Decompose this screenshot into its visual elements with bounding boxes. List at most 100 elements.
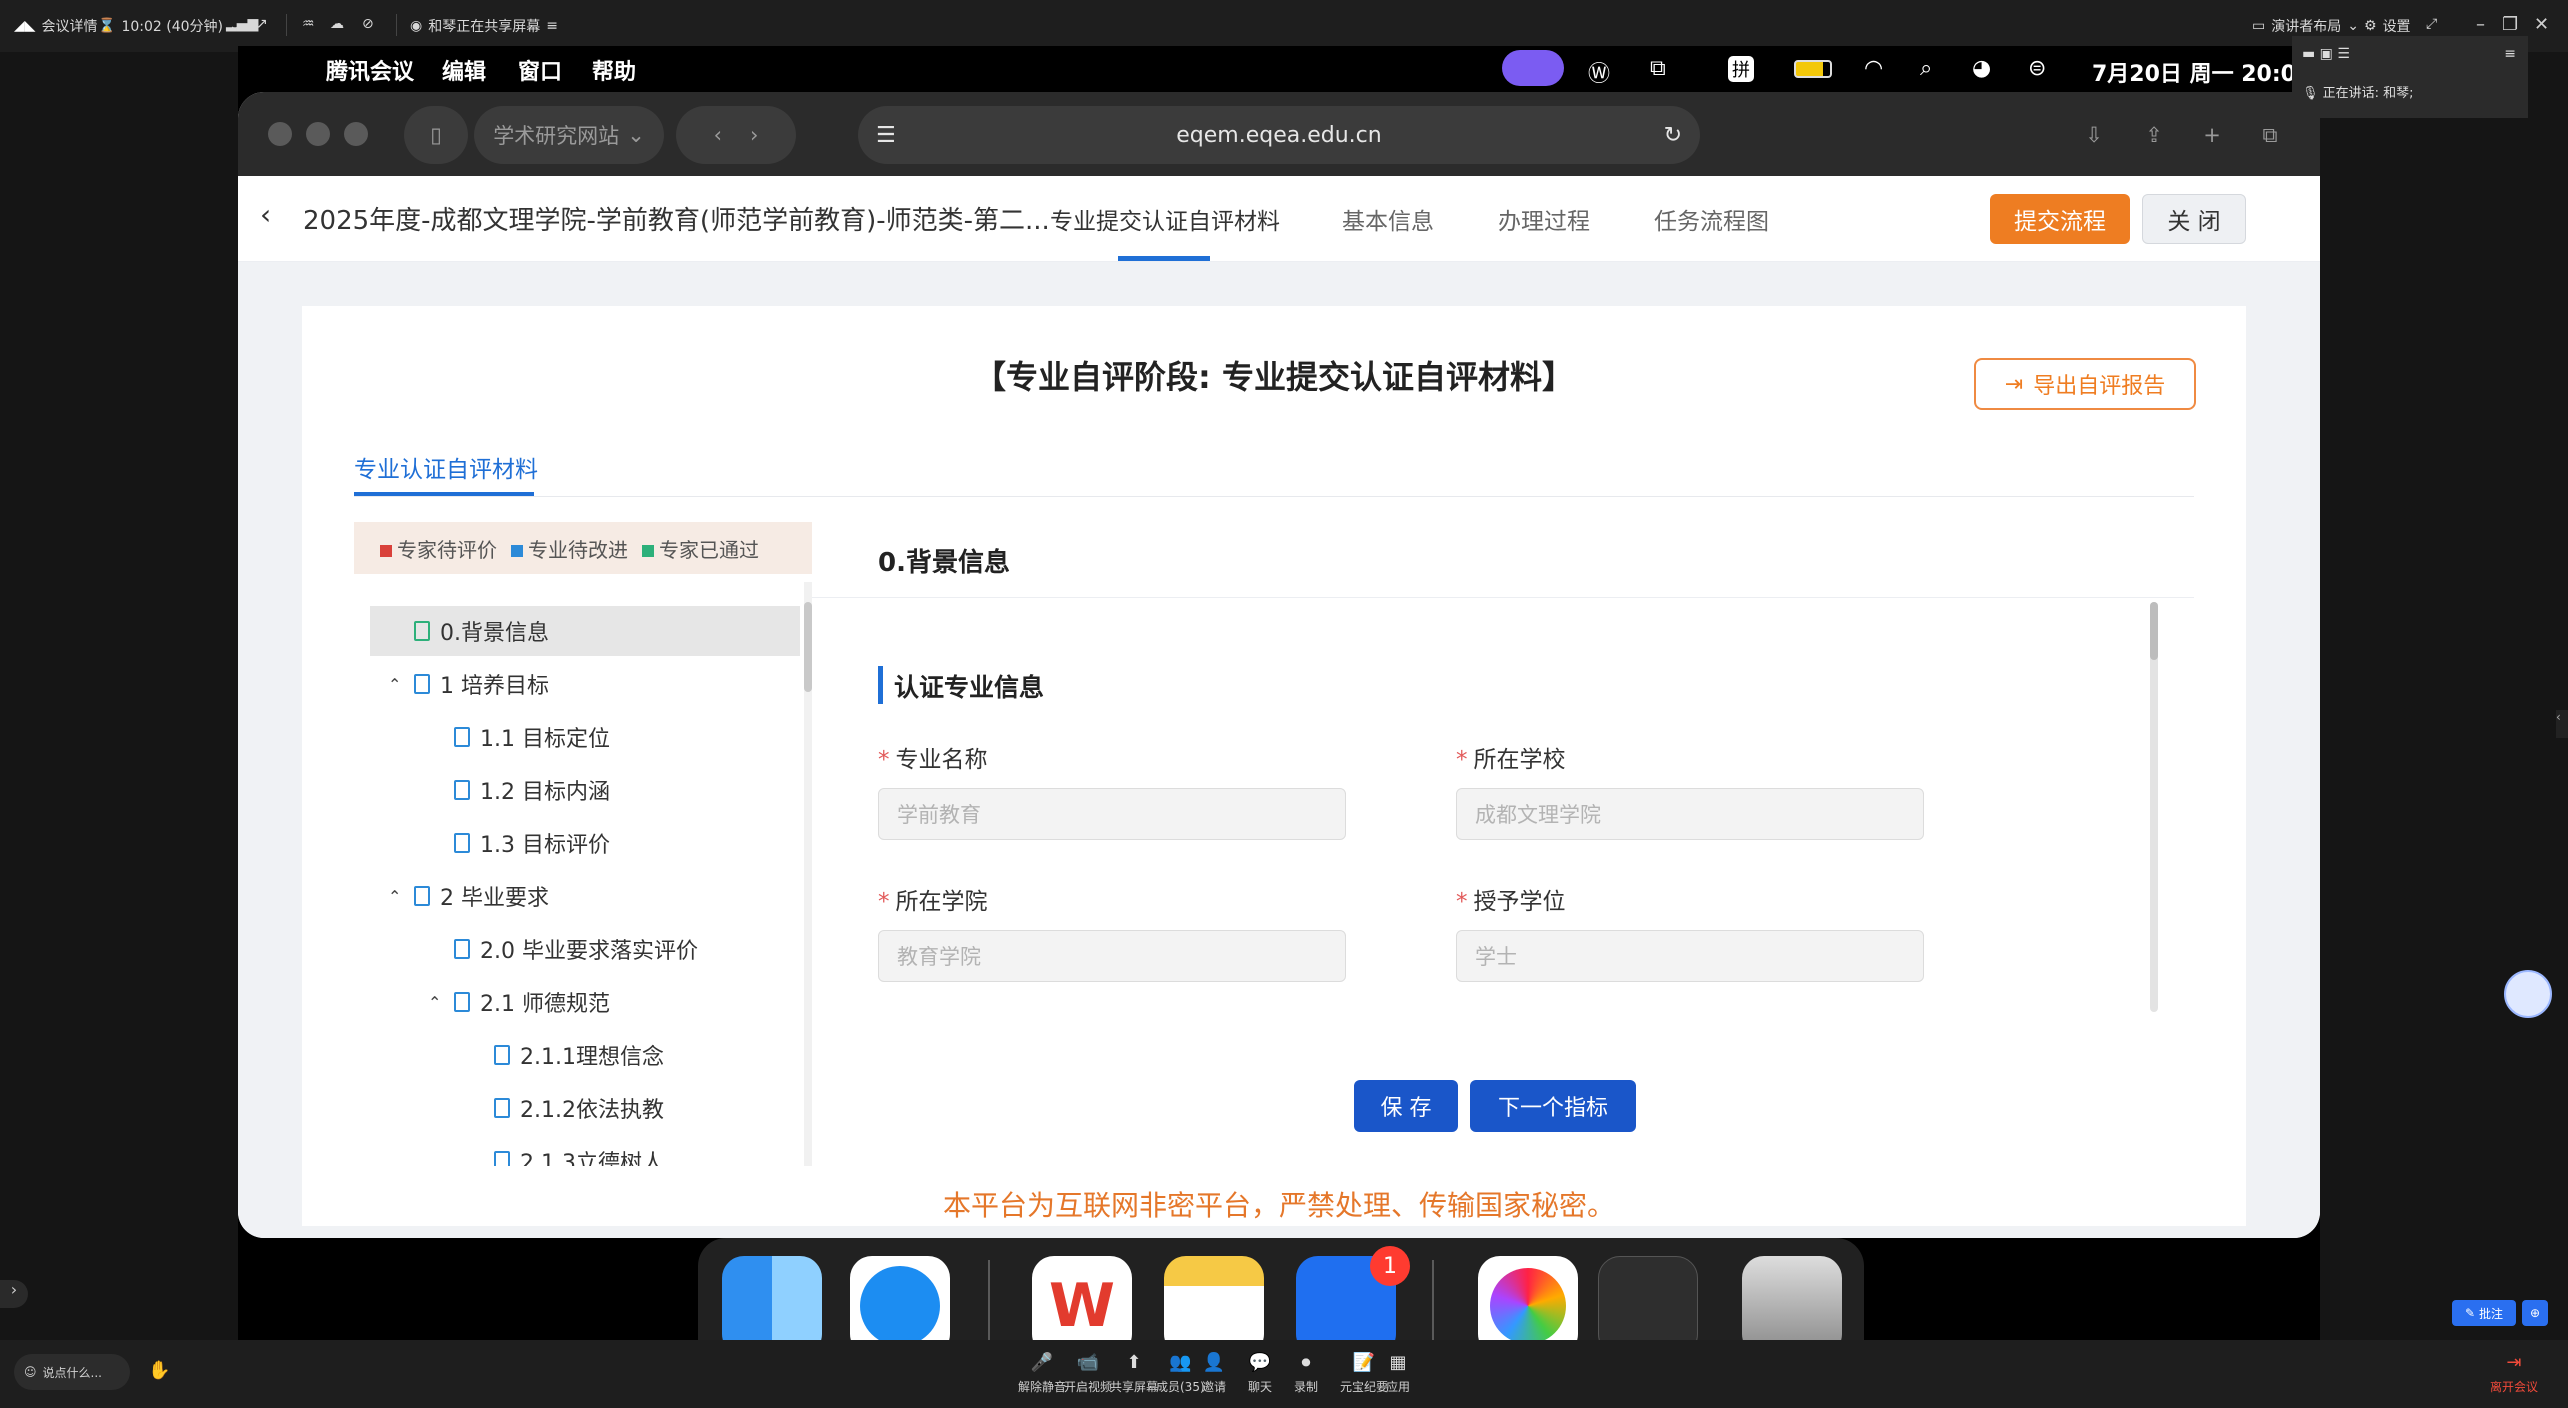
- chat-button[interactable]: 💬 聊天: [1248, 1352, 1272, 1395]
- menu-icon[interactable]: ≡: [2504, 46, 2516, 62]
- form-scrollbar-thumb[interactable]: [2150, 602, 2158, 660]
- college-field[interactable]: 教育学院: [878, 930, 1346, 982]
- wifi-icon[interactable]: ◠: [1864, 56, 1883, 81]
- photos-icon[interactable]: [1478, 1256, 1578, 1340]
- control-center-icon[interactable]: ⊜: [2028, 56, 2046, 81]
- restore-icon[interactable]: ❐: [2502, 14, 2518, 35]
- tree-item[interactable]: 0.背景信息: [370, 606, 800, 656]
- tree-item-label: 2.0 毕业要求落实评价: [480, 939, 698, 964]
- tree-item[interactable]: 2.0 毕业要求落实评价: [354, 924, 794, 974]
- noise-icon[interactable]: ♒: [302, 16, 315, 32]
- menu-help[interactable]: 帮助: [592, 54, 636, 86]
- tree-item[interactable]: 1.2 目标内涵: [354, 765, 794, 815]
- side-collapse-icon[interactable]: ‹: [2556, 710, 2568, 738]
- external-link-icon[interactable]: ↗: [256, 16, 268, 32]
- zoom-icon[interactable]: ⊕: [2522, 1300, 2548, 1326]
- unmute-button[interactable]: 🎤 解除静音: [1018, 1352, 1066, 1395]
- tree-item-label: 2.1.3立德树人: [520, 1151, 664, 1166]
- tree-item[interactable]: ⌃ 2.1 师德规范: [354, 977, 794, 1027]
- form-scrollbar[interactable]: [2150, 602, 2158, 1012]
- eye-off-icon[interactable]: ⊘: [362, 16, 374, 32]
- tree-item[interactable]: 2.1.1理想信念: [354, 1030, 794, 1080]
- school-field[interactable]: 成都文理学院: [1456, 788, 1924, 840]
- export-report-button[interactable]: ⇥ 导出自评报告: [1974, 358, 2196, 410]
- safari-icon[interactable]: [850, 1256, 950, 1340]
- search-icon[interactable]: ⌕: [1920, 56, 1932, 81]
- window-minimize-button[interactable]: [306, 122, 330, 146]
- next-index-button[interactable]: 下一个指标: [1470, 1080, 1636, 1132]
- back-icon[interactable]: ‹: [714, 123, 722, 147]
- forward-icon[interactable]: ›: [750, 123, 758, 147]
- new-tab-icon[interactable]: +: [2190, 106, 2234, 164]
- members-button[interactable]: 👥 成员(35): [1156, 1352, 1205, 1395]
- leave-meeting-button[interactable]: ⇥ 离开会议: [2490, 1352, 2538, 1395]
- record-button[interactable]: ⏺ 录制: [1294, 1352, 1318, 1395]
- cloud-icon[interactable]: ☁: [330, 16, 344, 32]
- video-button[interactable]: 📹 开启视频: [1064, 1352, 1112, 1395]
- tree-item[interactable]: 1.1 目标定位: [354, 712, 794, 762]
- close-icon[interactable]: ✕: [2534, 14, 2549, 35]
- chevron-up-icon[interactable]: ⌃: [388, 675, 414, 694]
- window-zoom-button[interactable]: [344, 122, 368, 146]
- tab-submit-materials[interactable]: 专业提交认证自评材料: [1050, 202, 1280, 236]
- tab-overview-icon[interactable]: ⧉: [2248, 106, 2292, 164]
- trash-icon[interactable]: [1742, 1256, 1842, 1340]
- chevron-up-icon[interactable]: ⌃: [388, 887, 414, 906]
- annotate-button[interactable]: ✎ 批注: [2452, 1300, 2516, 1326]
- invite-button[interactable]: 👤 邀请: [1202, 1352, 1226, 1395]
- window-preview-icon[interactable]: [1598, 1256, 1698, 1340]
- floating-assistant-icon[interactable]: [2504, 970, 2552, 1018]
- meeting-details-button[interactable]: ◢◣ 会议详情: [14, 16, 98, 36]
- menu-edit[interactable]: 编辑: [442, 54, 486, 86]
- degree-field[interactable]: 学士: [1456, 930, 1924, 982]
- tree-item[interactable]: 1.3 目标评价: [354, 818, 794, 868]
- wps-icon[interactable]: W: [1032, 1256, 1132, 1340]
- submit-process-button[interactable]: 提交流程: [1990, 194, 2130, 244]
- chevron-up-icon[interactable]: ⌃: [428, 993, 454, 1012]
- yuanbao-notes-button[interactable]: 📝 元宝纪要: [1340, 1352, 1388, 1395]
- menu-window[interactable]: 窗口: [518, 54, 562, 86]
- meeting-bottom-bar: ☺ 说点什么... ✋ 🎤 解除静音 📹 开启视频 ⬆ 共享屏幕 👥 成员(35) 👤 邀请 💬 聊天…: [0, 1300, 2568, 1408]
- save-button[interactable]: 保 存: [1354, 1080, 1458, 1132]
- tree-item[interactable]: ⌃ 2 毕业要求: [354, 871, 794, 921]
- input-method-icon[interactable]: 拼: [1728, 56, 1754, 82]
- notes-icon[interactable]: [1164, 1256, 1264, 1340]
- tree-scrollbar-thumb[interactable]: [804, 602, 812, 692]
- raise-hand-icon[interactable]: ✋: [148, 1360, 170, 1381]
- tree-item[interactable]: 2.1.3立德树人: [354, 1136, 794, 1166]
- layout-icon[interactable]: ▬ ▣ ☰: [2302, 46, 2350, 62]
- wps-status-icon[interactable]: Ⓦ: [1588, 56, 1610, 88]
- meeting-duration[interactable]: ⌛ 10:02 (40分钟) ⌄: [98, 16, 241, 36]
- share-icon[interactable]: ⇪: [2132, 106, 2176, 164]
- minimize-icon[interactable]: –: [2476, 14, 2485, 35]
- tab-basic-info[interactable]: 基本信息: [1342, 202, 1434, 236]
- siri-icon[interactable]: ◕: [1972, 56, 1991, 81]
- window-close-button[interactable]: [268, 122, 292, 146]
- tree-item[interactable]: ⌃ 1 培养目标: [354, 659, 794, 709]
- mission-control-icon[interactable]: ⧉: [1650, 56, 1666, 81]
- tree-item[interactable]: 2.1.2依法执教: [354, 1083, 794, 1133]
- tab-process[interactable]: 办理过程: [1498, 202, 1590, 236]
- fullscreen-icon[interactable]: ⤢: [2426, 16, 2437, 32]
- apps-button[interactable]: ▦ 应用: [1386, 1352, 1410, 1395]
- tab-self-assessment[interactable]: 专业认证自评材料: [354, 450, 538, 484]
- page-menu-icon[interactable]: ☰: [876, 123, 896, 148]
- layout-button[interactable]: ▭ 演讲者布局 ⌄: [2252, 16, 2359, 36]
- settings-button[interactable]: ⚙ 设置: [2364, 16, 2411, 36]
- menubar-datetime[interactable]: 7月20日 周一 20:03: [2092, 56, 2311, 88]
- screen-share-status-icon[interactable]: [1502, 50, 1564, 86]
- download-icon[interactable]: ⇩: [2072, 106, 2116, 164]
- tab-group-button[interactable]: 学术研究网站 ⌄: [474, 106, 664, 164]
- share-screen-button[interactable]: ⬆ 共享屏幕: [1110, 1352, 1158, 1395]
- menu-app[interactable]: 腾讯会议: [326, 54, 414, 86]
- reload-icon[interactable]: ↻: [1664, 123, 1682, 148]
- tab-flowchart[interactable]: 任务流程图: [1654, 202, 1769, 236]
- chat-input[interactable]: ☺ 说点什么...: [14, 1354, 130, 1390]
- finder-icon[interactable]: [722, 1256, 822, 1340]
- expand-left-icon[interactable]: ›: [0, 1280, 28, 1308]
- sidebar-toggle-icon[interactable]: ▯: [404, 106, 468, 164]
- close-button[interactable]: 关 闭: [2142, 194, 2246, 244]
- address-bar[interactable]: ☰ eqem.eqea.edu.cn ↻: [858, 106, 1700, 164]
- major-name-field[interactable]: 学前教育: [878, 788, 1346, 840]
- back-arrow-icon[interactable]: ‹: [260, 198, 271, 231]
